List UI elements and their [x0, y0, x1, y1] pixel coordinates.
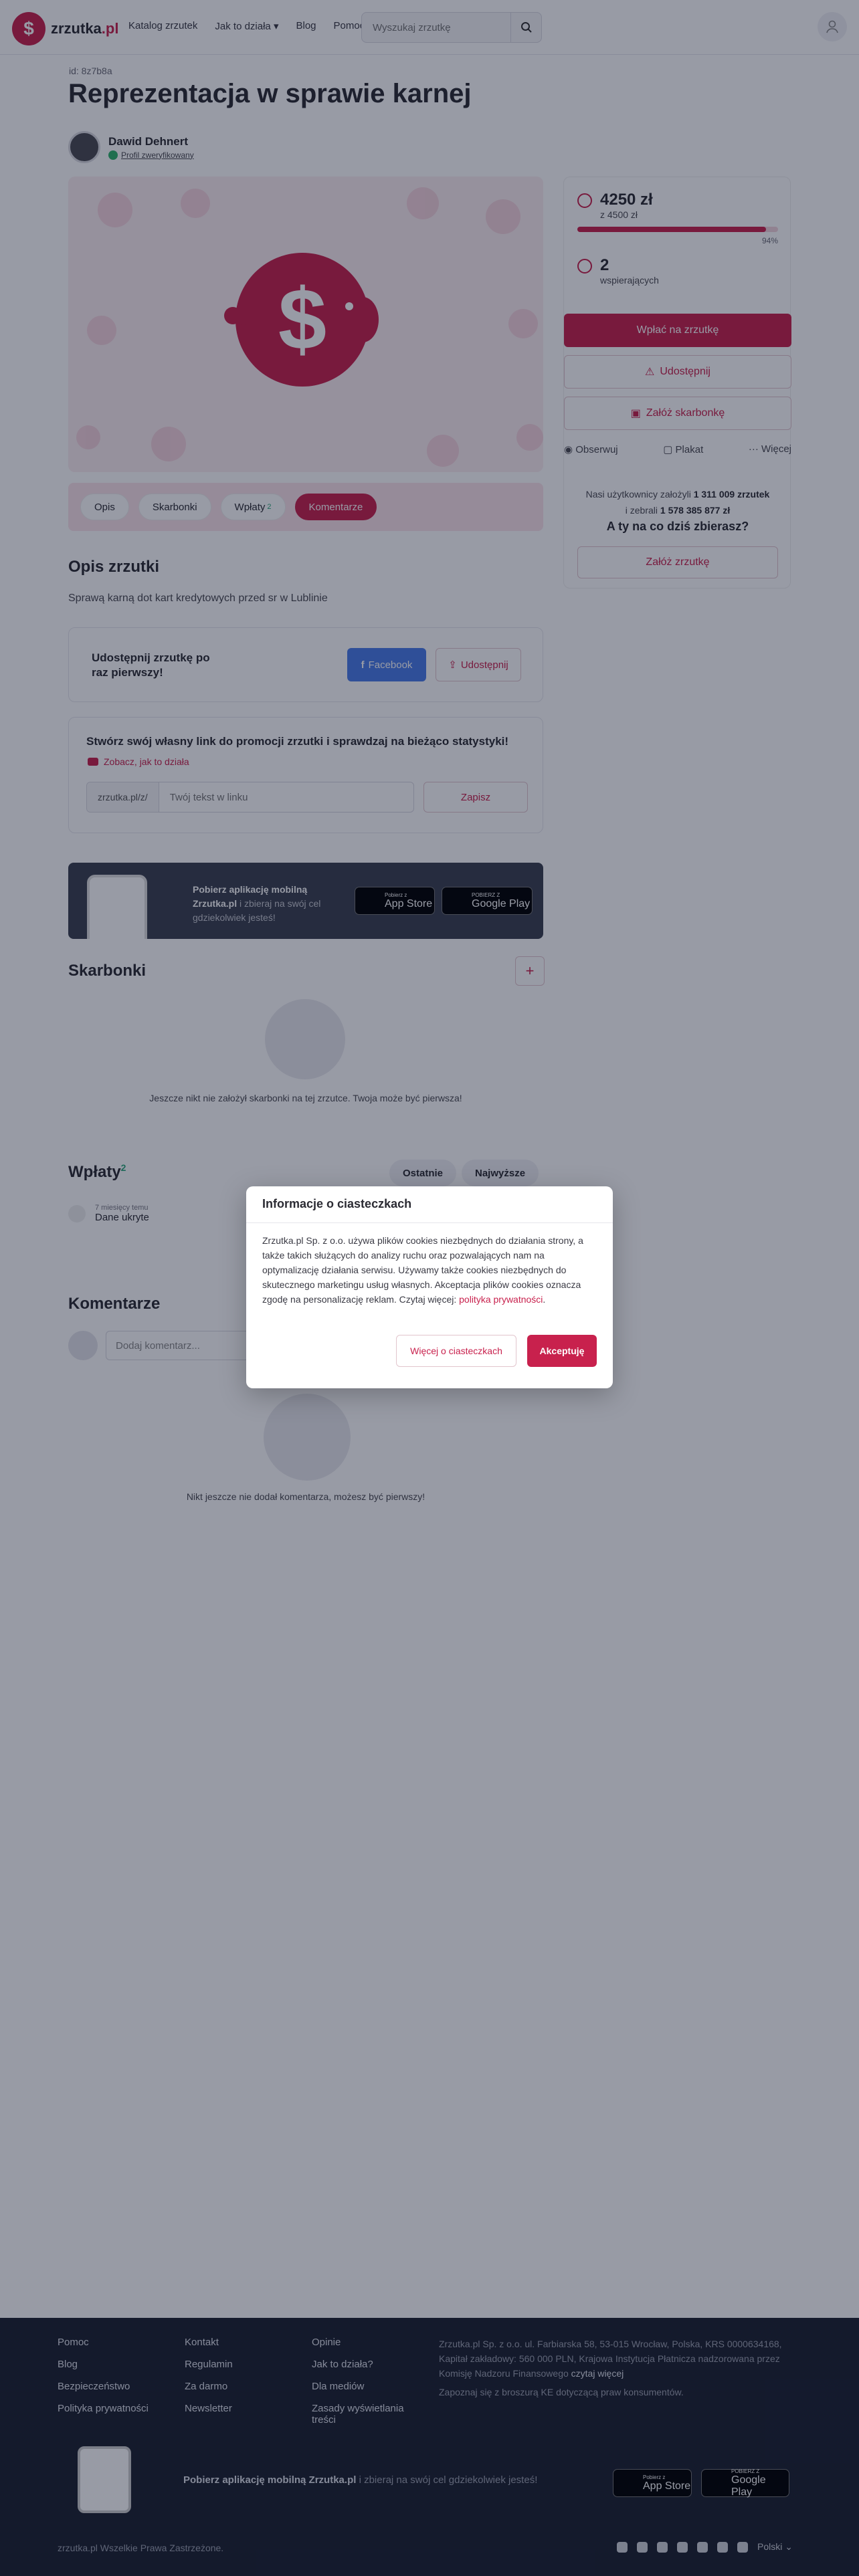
cookie-more-button[interactable]: Więcej o ciasteczkach: [396, 1335, 516, 1367]
cookie-title: Informacje o ciasteczkach: [262, 1197, 412, 1210]
cookie-accept-button[interactable]: Akceptuję: [527, 1335, 597, 1367]
divider: [246, 1222, 613, 1223]
privacy-policy-link[interactable]: polityka prywatności: [459, 1294, 543, 1305]
cookie-dialog: Informacje o ciasteczkach Zrzutka.pl Sp.…: [246, 1186, 613, 1388]
cookie-text: Zrzutka.pl Sp. z o.o. używa plików cooki…: [262, 1235, 583, 1305]
